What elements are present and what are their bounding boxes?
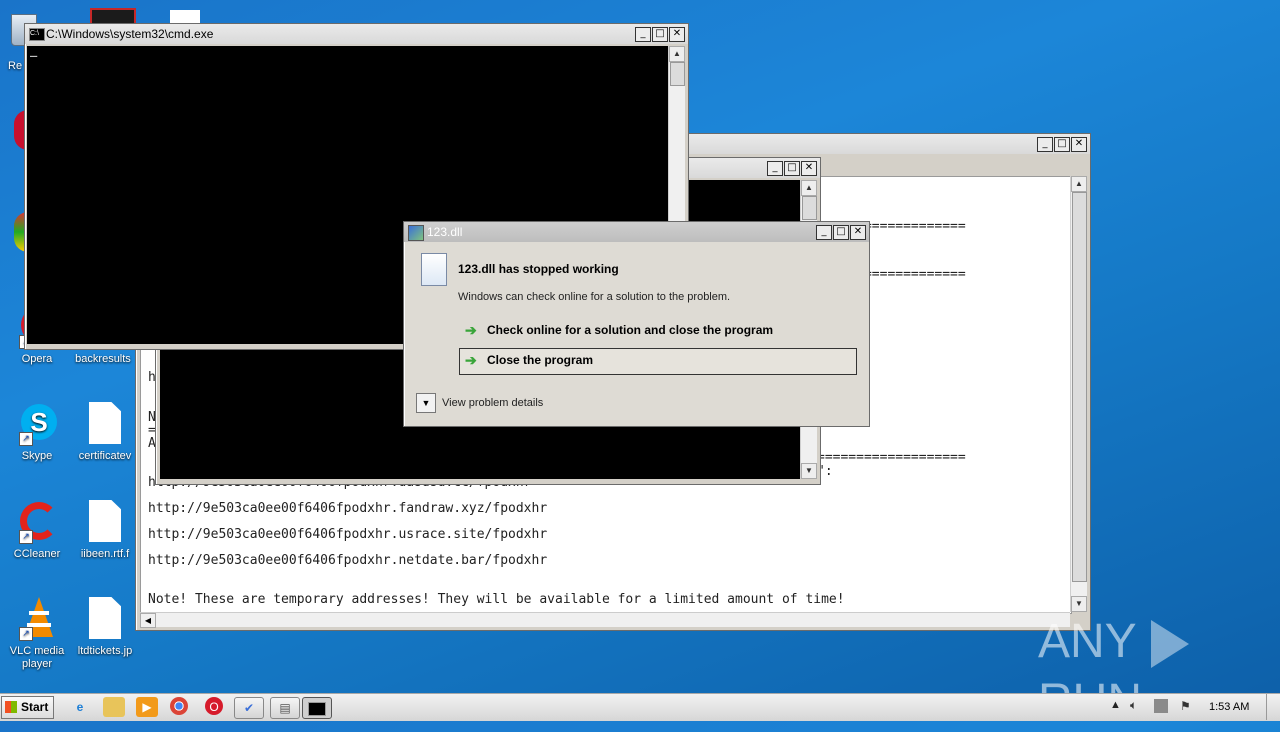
- chrome-icon[interactable]: [170, 697, 188, 715]
- desktop-icon-ltdtickets[interactable]: ltdtickets.jp: [70, 597, 140, 658]
- tray-expand-icon[interactable]: ▲: [1110, 699, 1121, 711]
- watermark: ANY RUN: [1038, 612, 1238, 728]
- error-dialog-task-icon[interactable]: ✔: [234, 697, 264, 719]
- text-line: ===================: [817, 450, 966, 465]
- flag-icon[interactable]: ⚑: [1180, 699, 1191, 713]
- shortcut-arrow-icon: ↗: [19, 432, 33, 446]
- desktop-icon-label: Skype: [21, 450, 53, 462]
- error-dialog-titlebar[interactable]: 123.dll _ □ ✕: [404, 222, 869, 242]
- horizontal-scrollbar[interactable]: ◀: [140, 612, 1070, 628]
- error-subtext: Windows can check online for a solution …: [458, 291, 731, 303]
- link-line: http://9e503ca0ee00f6406fpodxhr.fandraw.…: [148, 501, 548, 516]
- scroll-down-arrow-icon[interactable]: ▼: [1071, 596, 1087, 612]
- error-heading: 123.dll has stopped working: [458, 262, 619, 276]
- maximize-button[interactable]: □: [833, 225, 849, 240]
- error-dialog-title: 123.dll: [427, 225, 463, 239]
- scroll-thumb[interactable]: [1072, 192, 1087, 582]
- start-label: Start: [21, 700, 49, 714]
- close-program-label: Close the program: [487, 353, 594, 367]
- close-button[interactable]: ✕: [669, 27, 685, 42]
- play-logo-icon: [1151, 620, 1190, 669]
- document-icon: [85, 597, 125, 641]
- document-icon: [85, 500, 125, 544]
- green-arrow-icon: ➔: [465, 352, 477, 368]
- cmd-task-icon[interactable]: [302, 697, 332, 719]
- scroll-thumb[interactable]: [670, 62, 685, 86]
- maximize-button[interactable]: □: [652, 27, 668, 42]
- cmd-titlebar[interactable]: C:\ C:\Windows\system32\cmd.exe _ □ ✕: [25, 24, 688, 44]
- close-button[interactable]: ✕: [850, 225, 866, 240]
- desktop-icon-skype[interactable]: S ↗ Skype: [2, 402, 72, 463]
- desktop-icon-label: ltdtickets.jp: [77, 645, 133, 657]
- clock[interactable]: 1:53 AM: [1209, 701, 1249, 713]
- close-button[interactable]: ✕: [801, 161, 817, 176]
- check-online-label: Check online for a solution and close th…: [487, 323, 774, 337]
- cmd-title: C:\Windows\system32\cmd.exe: [46, 27, 214, 41]
- close-button[interactable]: ✕: [1071, 137, 1087, 152]
- desktop-icon-vlc[interactable]: ↗ VLC media player: [2, 597, 72, 671]
- notepad-task-icon[interactable]: ▤: [270, 697, 300, 719]
- taskbar: Start e ▶ O ✔ ▤ ▲ 🔈︎ ⚑ 1:53 AM: [0, 693, 1280, 721]
- app-icon: [408, 225, 424, 241]
- desktop-icon-label: Opera: [21, 353, 53, 365]
- internet-explorer-icon[interactable]: e: [69, 697, 91, 717]
- skype-icon: S ↗: [17, 402, 57, 446]
- minimize-button[interactable]: _: [635, 27, 651, 42]
- details-label[interactable]: View problem details: [442, 397, 543, 409]
- scroll-up-arrow-icon[interactable]: ▲: [669, 46, 685, 62]
- desktop-icon-ccleaner[interactable]: ↗ CCleaner: [2, 500, 72, 561]
- close-program-option[interactable]: ➔ Close the program: [459, 348, 857, 375]
- desktop-icon-label: backresults: [75, 353, 131, 365]
- watermark-left: ANY: [1038, 615, 1136, 668]
- link-line: http://9e503ca0ee00f6406fpodxhr.usrace.s…: [148, 527, 548, 542]
- minimize-button[interactable]: _: [767, 161, 783, 176]
- network-icon[interactable]: [1154, 699, 1168, 713]
- scroll-thumb[interactable]: [802, 196, 817, 220]
- details-toggle-button[interactable]: ▼: [416, 393, 436, 413]
- file-explorer-icon[interactable]: [103, 697, 125, 717]
- link-line: http://9e503ca0ee00f6406fpodxhr.netdate.…: [148, 553, 548, 568]
- scroll-left-arrow-icon[interactable]: ◀: [140, 613, 156, 628]
- minimize-button[interactable]: _: [816, 225, 832, 240]
- minimize-button[interactable]: _: [1037, 137, 1053, 152]
- desktop-icon-label: CCleaner: [13, 548, 61, 560]
- vlc-icon: ↗: [17, 597, 57, 641]
- text-line: ":: [817, 464, 833, 479]
- desktop-icon-iibeen[interactable]: iibeen.rtf.f: [70, 500, 140, 561]
- desktop-icon-label: certificatev: [78, 450, 132, 462]
- start-button[interactable]: Start: [1, 696, 54, 719]
- desktop-icon-label: VLC media player: [9, 645, 65, 670]
- desktop-icon-certificate[interactable]: certificatev: [70, 402, 140, 463]
- scroll-up-arrow-icon[interactable]: ▲: [801, 180, 817, 196]
- document-icon: [85, 402, 125, 446]
- desktop-icon-label: Re: [8, 60, 23, 72]
- vertical-scrollbar[interactable]: ▲ ▼: [1070, 176, 1087, 612]
- scroll-up-arrow-icon[interactable]: ▲: [1071, 176, 1087, 192]
- windows-logo-icon: [5, 701, 17, 713]
- dll-file-icon: [421, 253, 447, 286]
- media-player-icon[interactable]: ▶: [136, 697, 158, 717]
- check-online-option[interactable]: ➔ Check online for a solution and close …: [459, 320, 857, 344]
- shortcut-arrow-icon: ↗: [19, 627, 33, 641]
- error-dialog[interactable]: 123.dll _ □ ✕ 123.dll has stopped workin…: [403, 221, 870, 427]
- maximize-button[interactable]: □: [784, 161, 800, 176]
- ccleaner-icon: ↗: [17, 500, 58, 544]
- cmd-cursor: _: [30, 43, 38, 57]
- notepad-text-mid: =================== ":: [817, 423, 966, 507]
- desktop-icon-label: iibeen.rtf.f: [80, 548, 130, 560]
- volume-icon[interactable]: 🔈︎: [1130, 698, 1137, 713]
- scroll-down-arrow-icon[interactable]: ▼: [801, 463, 817, 479]
- opera-icon[interactable]: O: [205, 697, 223, 715]
- green-arrow-icon: ➔: [465, 322, 477, 338]
- show-desktop-button[interactable]: [1266, 694, 1280, 720]
- shortcut-arrow-icon: ↗: [19, 530, 33, 544]
- cmd-icon: C:\: [29, 28, 45, 41]
- maximize-button[interactable]: □: [1054, 137, 1070, 152]
- note-line: Note! These are temporary addresses! The…: [148, 592, 845, 607]
